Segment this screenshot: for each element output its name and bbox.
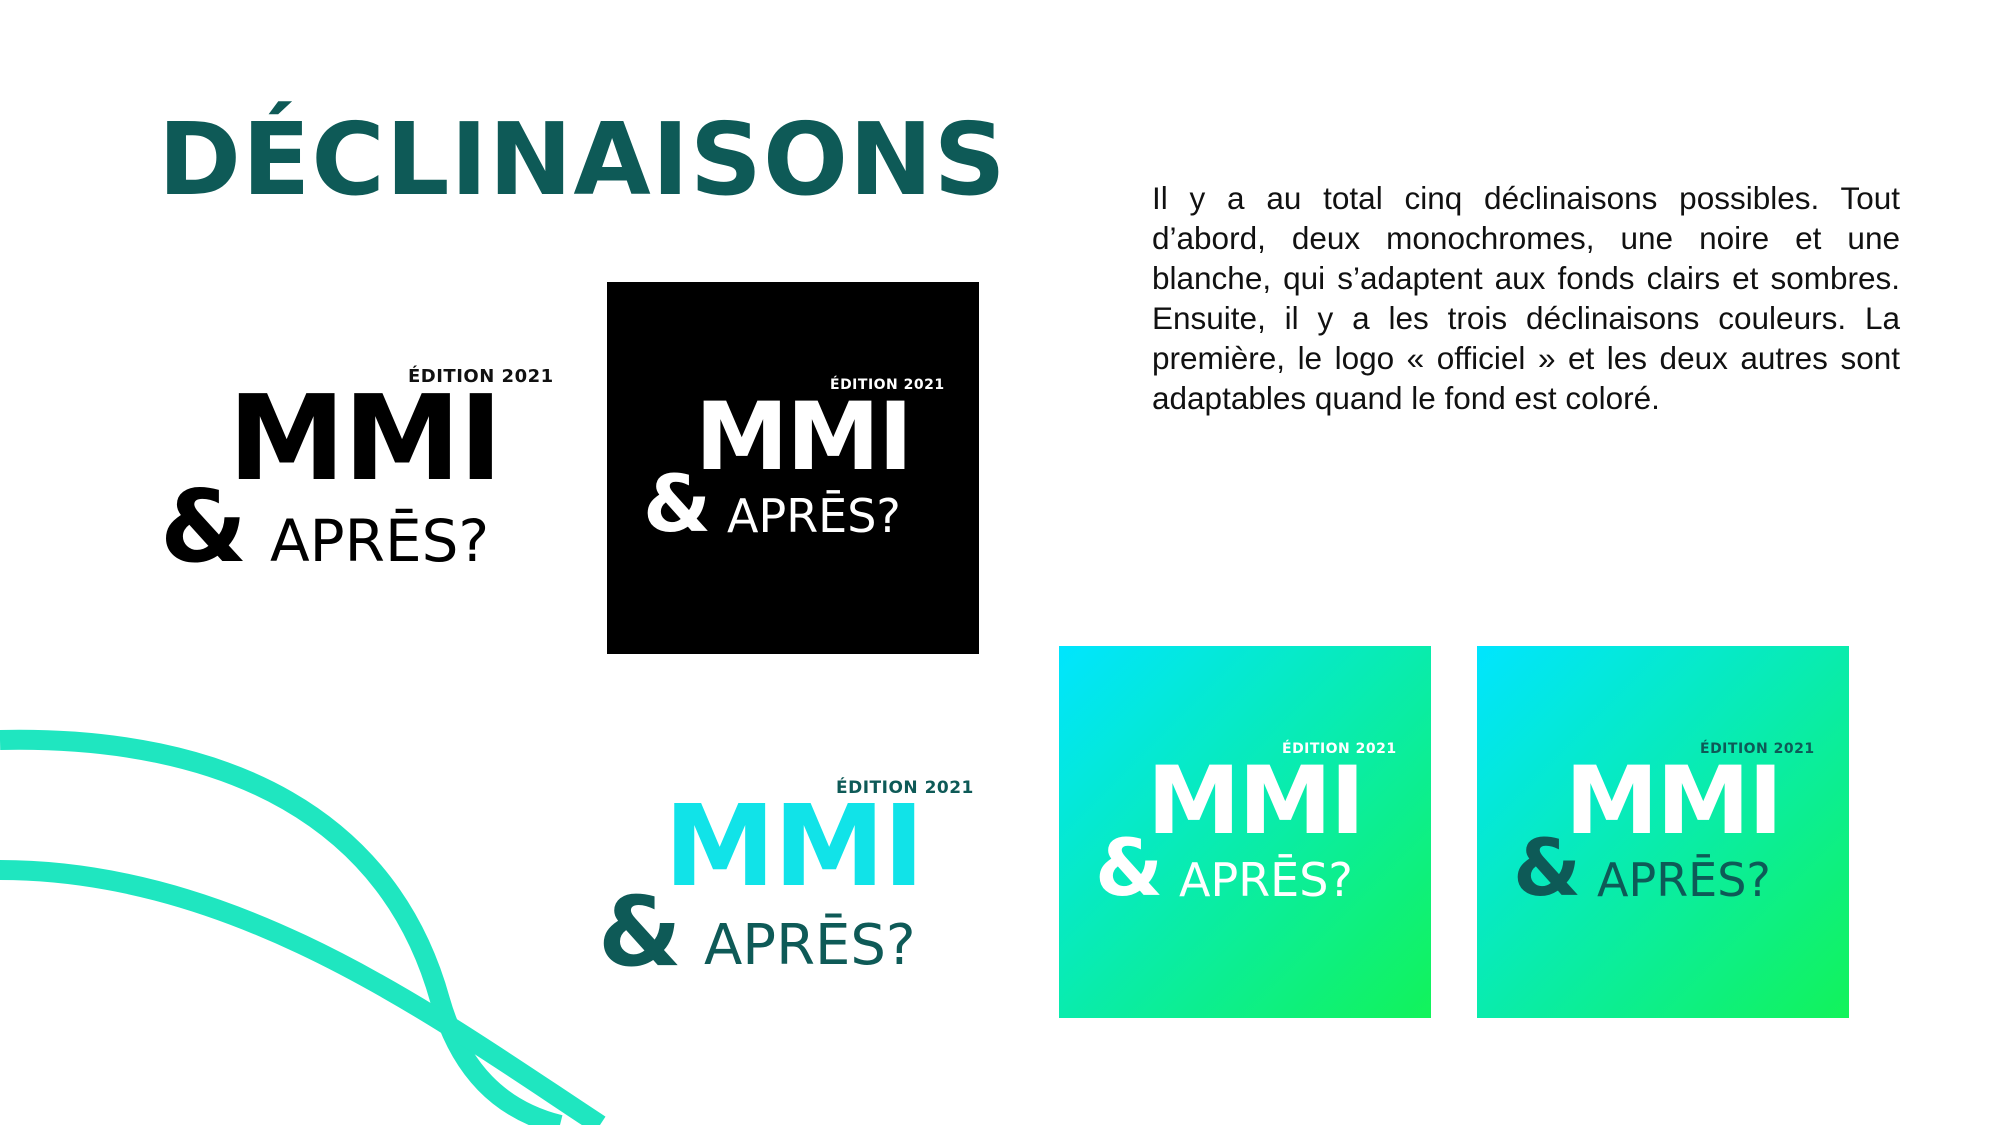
logo-apres-text: APRĒS?: [1179, 853, 1353, 907]
logo-mmi-text: MMI: [1147, 747, 1365, 856]
logo-mmi-text: MMI: [695, 383, 913, 492]
page-title: DÉCLINAISONS: [158, 101, 1007, 218]
logo-black-on-white: ÉDITION 2021 MMI & APRĒS?: [160, 360, 560, 590]
logo-teal-white-on-gradient: ÉDITION 2021 MMI & APRĒS?: [1477, 646, 1849, 1018]
logo-apres-text: APRĒS?: [270, 507, 490, 575]
logo-ampersand: &: [1513, 824, 1582, 914]
logo-mmi-text: MMI: [664, 782, 925, 912]
wave-line-bottom: [0, 860, 606, 1125]
logo-apres-text: APRĒS?: [727, 489, 901, 543]
logo-ampersand: &: [1095, 824, 1164, 914]
logo-mmi-text: MMI: [1565, 747, 1783, 856]
logo-apres-text: APRĒS?: [704, 913, 916, 978]
logo-apres-text: APRĒS?: [1597, 853, 1771, 907]
logo-white-on-gradient: ÉDITION 2021 MMI & APRĒS?: [1059, 646, 1431, 1018]
logo-mmi-text: MMI: [228, 369, 503, 507]
logo-white-on-black: ÉDITION 2021 MMI & APRĒS?: [607, 282, 979, 654]
logo-ampersand: &: [160, 468, 248, 585]
logo-official-color: ÉDITION 2021 MMI & APRĒS?: [598, 776, 978, 996]
slide: DÉCLINAISONS Il y a au total cinq déclin…: [0, 0, 2000, 1125]
logo-ampersand: &: [643, 460, 712, 550]
description-paragraph: Il y a au total cinq déclinaisons possib…: [1152, 180, 1900, 416]
logo-ampersand: &: [598, 876, 682, 988]
